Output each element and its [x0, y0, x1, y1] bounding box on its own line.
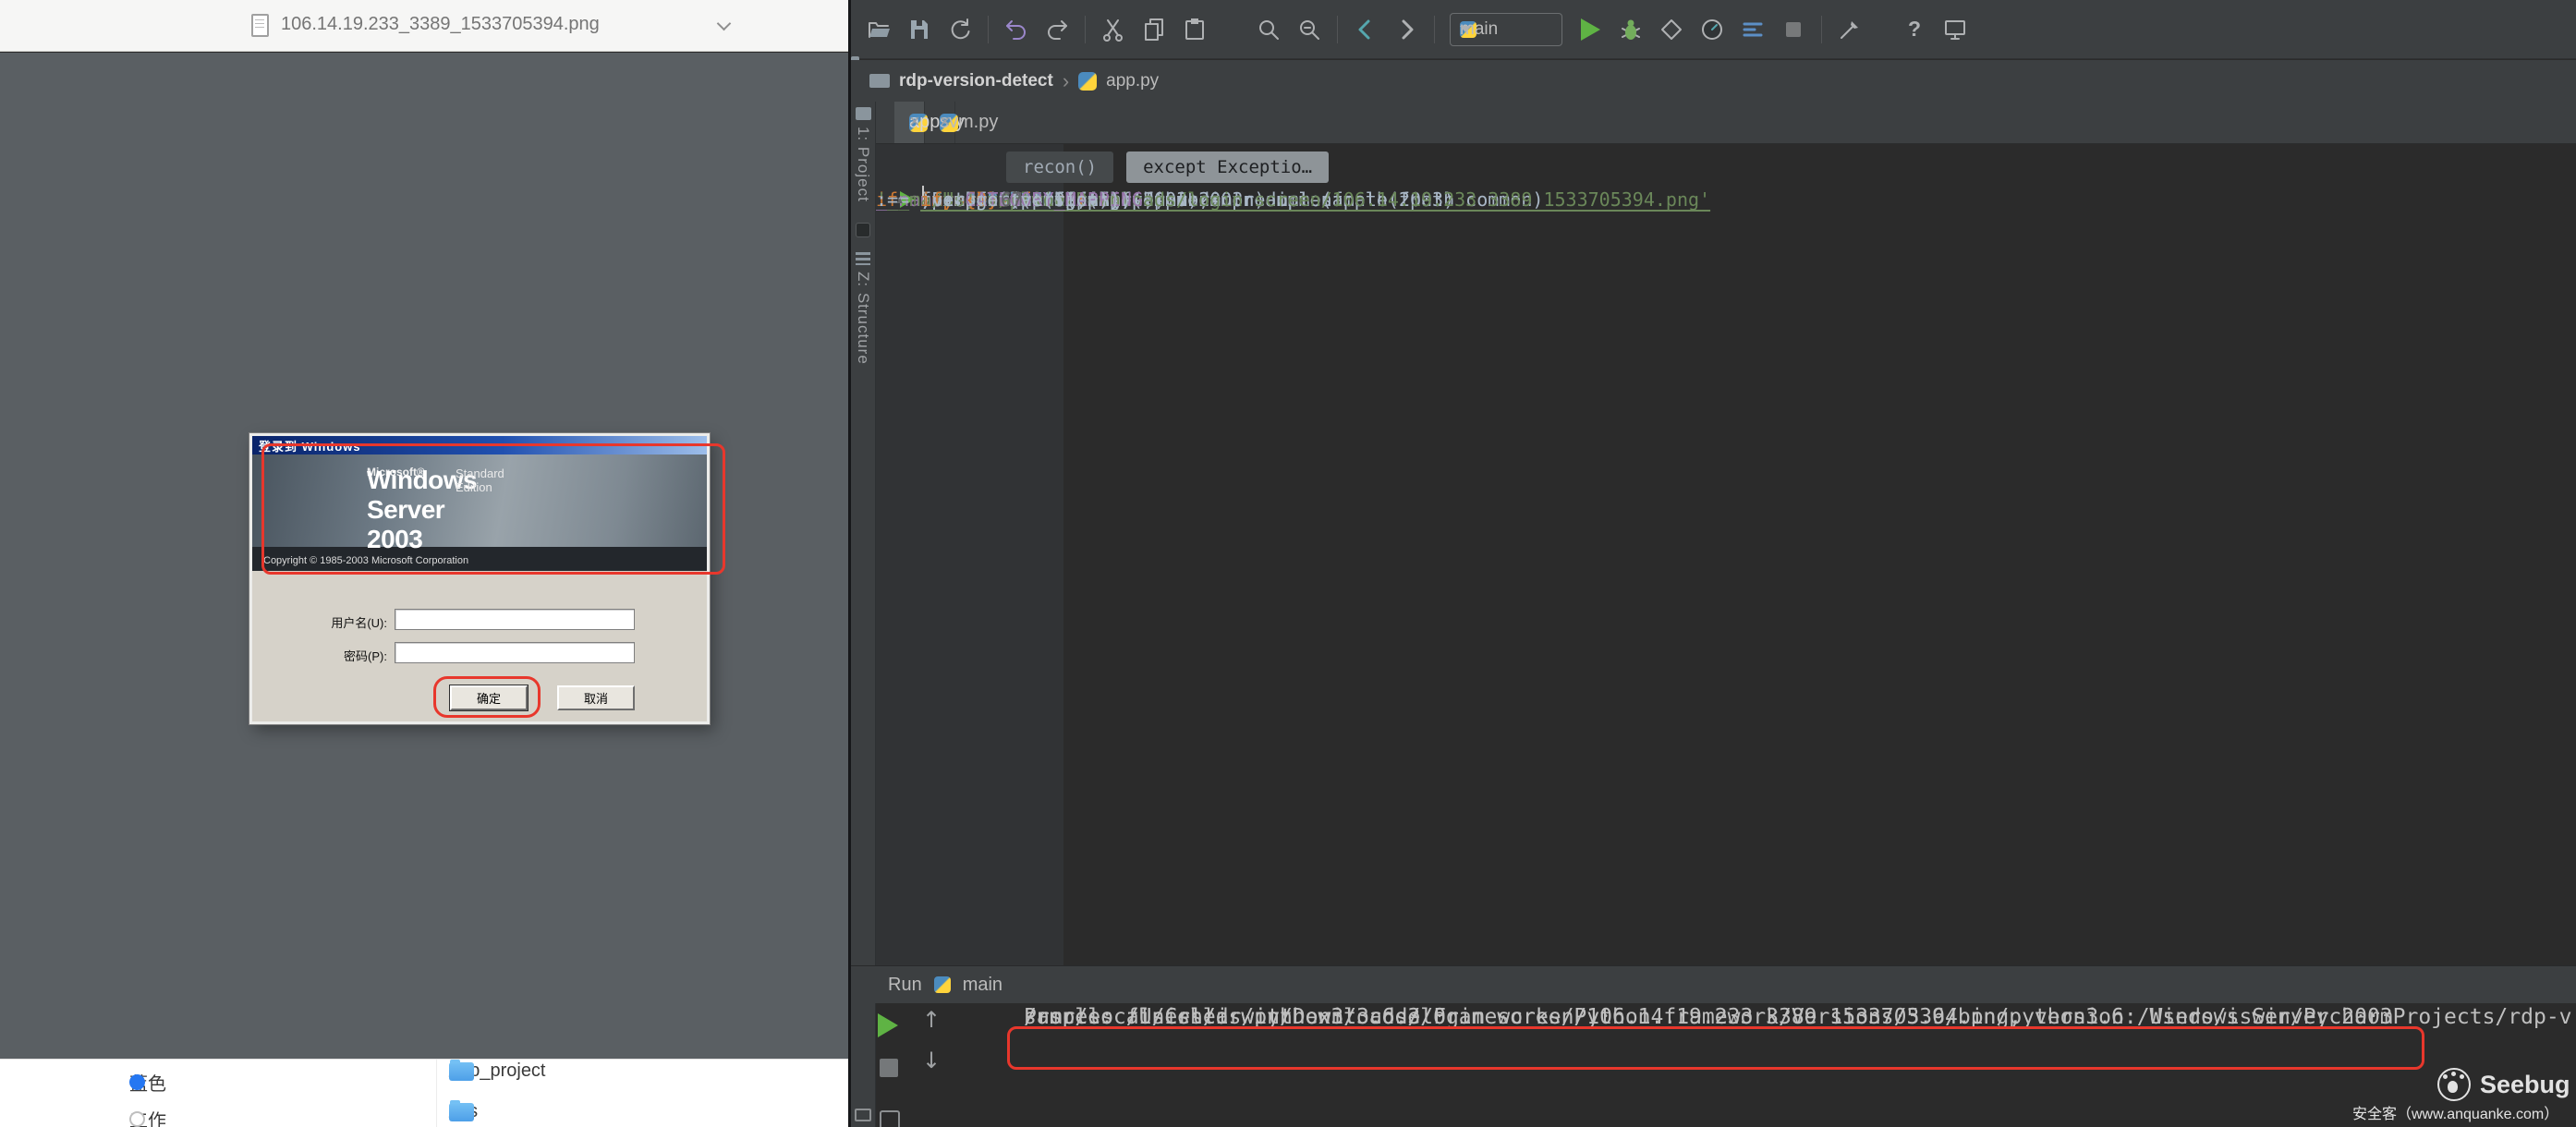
cancel-button: 取消 [557, 685, 635, 710]
tools-icon[interactable] [1837, 17, 1863, 42]
password-input [395, 642, 635, 663]
search-icon[interactable] [1256, 17, 1282, 42]
coverage-icon[interactable] [1659, 17, 1684, 42]
finder-folder-cas[interactable]: cas [449, 1101, 478, 1122]
open-icon[interactable] [866, 17, 892, 42]
breadcrumb-chevron-icon [1063, 69, 1069, 93]
run-icon[interactable] [1577, 17, 1603, 42]
seebug-brand-text: Seebug [2480, 1071, 2570, 1099]
run-panel-header: Run main [851, 965, 2576, 1003]
remote-host-icon[interactable] [1942, 17, 1968, 42]
column-divider [436, 1060, 437, 1127]
run-tab-label[interactable]: Run [888, 975, 922, 996]
seebug-logo-icon [2437, 1068, 2471, 1101]
username-label: 用户名(U): [276, 613, 387, 631]
rerun-button[interactable] [878, 1013, 898, 1037]
blue-tag-icon [129, 1074, 145, 1090]
context-chip-except[interactable]: except Exceptio… [1126, 151, 1329, 183]
seebug-watermark: Seebug [2437, 1068, 2570, 1101]
play-triangle [1581, 18, 1600, 41]
caret-down-icon [1460, 26, 1471, 32]
down-stack-icon[interactable] [922, 1048, 941, 1073]
context-chip-recon[interactable]: recon() [1006, 151, 1113, 183]
password-label: 密码(P): [276, 647, 387, 664]
editor-area[interactable]: recon() except Exceptio… 45▴'''46from sv… [876, 144, 2576, 965]
up-stack-icon[interactable] [922, 1007, 941, 1033]
work-tag-icon [129, 1111, 145, 1127]
toolbar-separator [1085, 16, 1086, 43]
finder-folder-tmp-project[interactable]: tmp_project [449, 1060, 546, 1082]
title-chevron-down-icon[interactable] [717, 17, 732, 31]
profiler-icon[interactable] [1699, 17, 1725, 42]
cut-icon[interactable] [1100, 17, 1126, 42]
toolbar-separator [988, 16, 989, 43]
toolwindow-button-project[interactable]: 1: Project [854, 127, 872, 202]
folder-icon [449, 1062, 474, 1081]
username-input [395, 609, 635, 630]
coverage-data-icon[interactable] [1740, 17, 1766, 42]
screenshot-root: 106.14.19.233_3389_1533705394.png 登录到 Wi… [0, 0, 2576, 1127]
anquanke-watermark: 安全客（www.anquanke.com） [2352, 1101, 2558, 1123]
debug-icon[interactable] [1618, 17, 1644, 42]
console-settings-icon[interactable] [880, 1110, 900, 1127]
annotation-box-ok-button [433, 676, 541, 718]
save-icon[interactable] [906, 17, 932, 42]
preview-titlebar: 106.14.19.233_3389_1533705394.png [0, 0, 850, 52]
editor-tab-app-py[interactable]: app.py [894, 102, 925, 143]
redo-icon[interactable] [1044, 17, 1070, 42]
copy-icon[interactable] [1141, 17, 1167, 42]
finder-tag-work[interactable]: 工作 [129, 1106, 166, 1127]
editor-gutter [876, 144, 1063, 965]
stop-button[interactable] [880, 1059, 898, 1077]
context-breadcrumbs: recon() except Exceptio… [1006, 151, 1329, 183]
stripe-structure-icon[interactable] [856, 252, 870, 265]
annotation-box-console [1007, 1026, 2424, 1070]
back-icon[interactable] [1353, 17, 1379, 42]
editor-tab-bar: app.py svm.py [876, 102, 2576, 144]
stripe-bottom-icon[interactable] [855, 1109, 871, 1121]
run-config-icon [934, 976, 951, 993]
finder-strip: 蓝色 工作 tmp_project cas [0, 1059, 850, 1127]
run-config-select[interactable]: main [1450, 13, 1562, 46]
run-config-name: main [963, 975, 1002, 996]
breadcrumb-file[interactable]: app.py [1106, 71, 1159, 91]
python-file-icon [1078, 72, 1097, 91]
main-toolbar: main [851, 0, 2576, 59]
project-folder-icon [869, 74, 890, 88]
find-icon[interactable] [1296, 17, 1322, 42]
folder-icon [449, 1103, 474, 1121]
stripe-dark-icon[interactable] [856, 223, 870, 237]
line-number: 67 [876, 186, 1023, 213]
toolwindow-button-structure[interactable]: Z: Structure [854, 272, 872, 365]
breadcrumb-project[interactable]: rdp-version-detect [899, 71, 1053, 91]
toolbar-separator [1821, 16, 1822, 43]
paste-icon[interactable] [1182, 17, 1208, 42]
annotation-box-banner [261, 443, 725, 575]
help-icon[interactable] [1902, 17, 1927, 42]
toolbar-separator [1434, 16, 1435, 43]
toolbar-separator [1337, 16, 1338, 43]
close-tab-icon[interactable] [940, 112, 951, 133]
finder-tag-blue[interactable]: 蓝色 [129, 1069, 166, 1096]
undo-icon[interactable] [1003, 17, 1029, 42]
sync-icon[interactable] [947, 17, 973, 42]
navigation-bar: rdp-version-detect app.py [851, 60, 2576, 102]
close-tab-icon[interactable] [909, 112, 920, 133]
document-icon [251, 14, 269, 37]
preview-window-title: 106.14.19.233_3389_1533705394.png [281, 14, 600, 35]
stripe-project-icon[interactable] [856, 107, 871, 120]
stop-icon[interactable] [1780, 17, 1806, 42]
forward-icon[interactable] [1393, 17, 1419, 42]
